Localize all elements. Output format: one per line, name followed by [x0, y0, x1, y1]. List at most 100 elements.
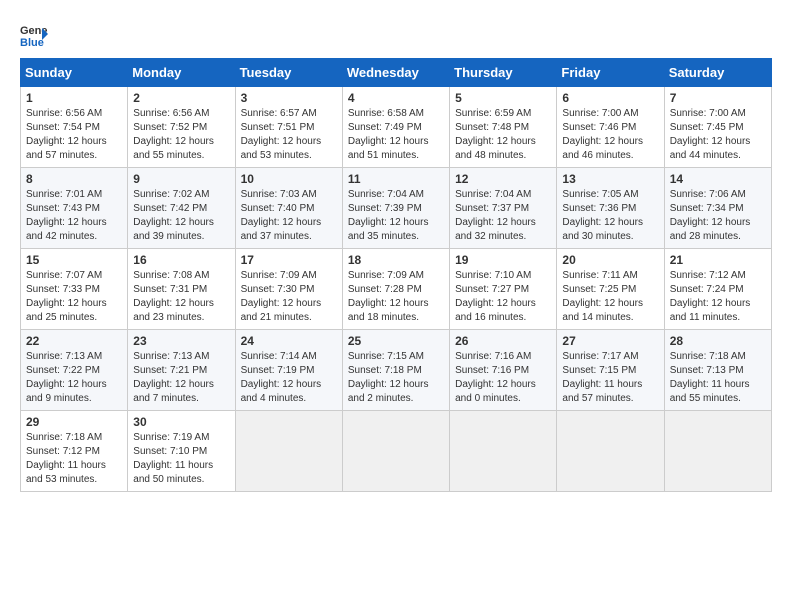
cell-content: Sunrise: 7:08 AM Sunset: 7:31 PM Dayligh… [133, 269, 229, 325]
day-number: 19 [455, 253, 551, 267]
calendar-cell: 25 Sunrise: 7:15 AM Sunset: 7:18 PM Dayli… [342, 330, 449, 411]
day-number: 5 [455, 91, 551, 105]
cell-content: Sunrise: 7:00 AM Sunset: 7:46 PM Dayligh… [562, 107, 658, 163]
cell-content: Sunrise: 7:04 AM Sunset: 7:39 PM Dayligh… [348, 188, 444, 244]
logo-icon: General Blue [20, 20, 48, 48]
day-number: 10 [241, 172, 337, 186]
calendar-cell: 16 Sunrise: 7:08 AM Sunset: 7:31 PM Dayli… [128, 249, 235, 330]
day-number: 17 [241, 253, 337, 267]
day-number: 14 [670, 172, 766, 186]
calendar-cell [664, 411, 771, 492]
day-header-tuesday: Tuesday [235, 59, 342, 87]
day-number: 15 [26, 253, 122, 267]
cell-content: Sunrise: 6:56 AM Sunset: 7:52 PM Dayligh… [133, 107, 229, 163]
calendar-cell: 4 Sunrise: 6:58 AM Sunset: 7:49 PM Daylig… [342, 87, 449, 168]
day-number: 8 [26, 172, 122, 186]
calendar-cell: 9 Sunrise: 7:02 AM Sunset: 7:42 PM Daylig… [128, 168, 235, 249]
day-number: 1 [26, 91, 122, 105]
calendar-cell: 23 Sunrise: 7:13 AM Sunset: 7:21 PM Dayli… [128, 330, 235, 411]
day-number: 7 [670, 91, 766, 105]
cell-content: Sunrise: 7:09 AM Sunset: 7:28 PM Dayligh… [348, 269, 444, 325]
day-number: 28 [670, 334, 766, 348]
day-number: 9 [133, 172, 229, 186]
cell-content: Sunrise: 7:13 AM Sunset: 7:22 PM Dayligh… [26, 350, 122, 406]
calendar-week-row: 15 Sunrise: 7:07 AM Sunset: 7:33 PM Dayli… [21, 249, 772, 330]
calendar-cell: 3 Sunrise: 6:57 AM Sunset: 7:51 PM Daylig… [235, 87, 342, 168]
cell-content: Sunrise: 7:12 AM Sunset: 7:24 PM Dayligh… [670, 269, 766, 325]
day-number: 12 [455, 172, 551, 186]
cell-content: Sunrise: 7:03 AM Sunset: 7:40 PM Dayligh… [241, 188, 337, 244]
cell-content: Sunrise: 7:13 AM Sunset: 7:21 PM Dayligh… [133, 350, 229, 406]
cell-content: Sunrise: 7:01 AM Sunset: 7:43 PM Dayligh… [26, 188, 122, 244]
svg-text:Blue: Blue [20, 37, 44, 48]
calendar-week-row: 22 Sunrise: 7:13 AM Sunset: 7:22 PM Dayli… [21, 330, 772, 411]
calendar-cell: 24Sunrise: 7:14 AM Sunset: 7:19 PM Dayli… [235, 330, 342, 411]
day-number: 11 [348, 172, 444, 186]
calendar-cell: 26Sunrise: 7:16 AM Sunset: 7:16 PM Dayli… [450, 330, 557, 411]
cell-content: Sunrise: 7:18 AM Sunset: 7:12 PM Dayligh… [26, 431, 122, 487]
cell-content: Sunrise: 7:06 AM Sunset: 7:34 PM Dayligh… [670, 188, 766, 244]
day-header-thursday: Thursday [450, 59, 557, 87]
page-header: General Blue [20, 20, 772, 48]
cell-content: Sunrise: 6:58 AM Sunset: 7:49 PM Dayligh… [348, 107, 444, 163]
day-number: 13 [562, 172, 658, 186]
cell-content: Sunrise: 7:16 AM Sunset: 7:16 PM Dayligh… [455, 350, 551, 406]
calendar-week-row: 1 Sunrise: 6:56 AM Sunset: 7:54 PM Daylig… [21, 87, 772, 168]
day-number: 18 [348, 253, 444, 267]
calendar-cell: 17 Sunrise: 7:09 AM Sunset: 7:30 PM Dayli… [235, 249, 342, 330]
day-number: 30 [133, 415, 229, 429]
calendar-cell: 13 Sunrise: 7:05 AM Sunset: 7:36 PM Dayli… [557, 168, 664, 249]
day-number: 16 [133, 253, 229, 267]
day-number: 21 [670, 253, 766, 267]
day-number: 22 [26, 334, 122, 348]
calendar-cell: 28 Sunrise: 7:18 AM Sunset: 7:13 PM Dayli… [664, 330, 771, 411]
cell-content: Sunrise: 6:59 AM Sunset: 7:48 PM Dayligh… [455, 107, 551, 163]
calendar-cell: 21 Sunrise: 7:12 AM Sunset: 7:24 PM Dayli… [664, 249, 771, 330]
cell-content: Sunrise: 7:18 AM Sunset: 7:13 PM Dayligh… [670, 350, 766, 406]
calendar-cell: 14 Sunrise: 7:06 AM Sunset: 7:34 PM Dayli… [664, 168, 771, 249]
day-header-saturday: Saturday [664, 59, 771, 87]
cell-content: Sunrise: 7:15 AM Sunset: 7:18 PM Dayligh… [348, 350, 444, 406]
cell-content: Sunrise: 6:57 AM Sunset: 7:51 PM Dayligh… [241, 107, 337, 163]
cell-content: Sunrise: 7:11 AM Sunset: 7:25 PM Dayligh… [562, 269, 658, 325]
calendar-cell: 2 Sunrise: 6:56 AM Sunset: 7:52 PM Daylig… [128, 87, 235, 168]
day-number: 29 [26, 415, 122, 429]
calendar-cell: 18 Sunrise: 7:09 AM Sunset: 7:28 PM Dayli… [342, 249, 449, 330]
calendar-cell: 1 Sunrise: 6:56 AM Sunset: 7:54 PM Daylig… [21, 87, 128, 168]
calendar-cell [557, 411, 664, 492]
day-number: 23 [133, 334, 229, 348]
cell-content: Sunrise: 7:09 AM Sunset: 7:30 PM Dayligh… [241, 269, 337, 325]
calendar-header-row: SundayMondayTuesdayWednesdayThursdayFrid… [21, 59, 772, 87]
cell-content: Sunrise: 7:17 AM Sunset: 7:15 PM Dayligh… [562, 350, 658, 406]
day-number: 4 [348, 91, 444, 105]
cell-content: Sunrise: 7:00 AM Sunset: 7:45 PM Dayligh… [670, 107, 766, 163]
logo: General Blue [20, 20, 48, 48]
calendar-cell [450, 411, 557, 492]
calendar-cell: 5 Sunrise: 6:59 AM Sunset: 7:48 PM Daylig… [450, 87, 557, 168]
day-header-friday: Friday [557, 59, 664, 87]
calendar-cell [235, 411, 342, 492]
day-number: 2 [133, 91, 229, 105]
calendar-cell: 29 Sunrise: 7:18 AM Sunset: 7:12 PM Dayli… [21, 411, 128, 492]
calendar-cell: 27Sunrise: 7:17 AM Sunset: 7:15 PM Dayli… [557, 330, 664, 411]
cell-content: Sunrise: 7:02 AM Sunset: 7:42 PM Dayligh… [133, 188, 229, 244]
cell-content: Sunrise: 6:56 AM Sunset: 7:54 PM Dayligh… [26, 107, 122, 163]
day-header-sunday: Sunday [21, 59, 128, 87]
calendar-cell: 10 Sunrise: 7:03 AM Sunset: 7:40 PM Dayli… [235, 168, 342, 249]
day-number: 25 [348, 334, 444, 348]
cell-content: Sunrise: 7:14 AM Sunset: 7:19 PM Dayligh… [241, 350, 337, 406]
day-number: 20 [562, 253, 658, 267]
cell-content: Sunrise: 7:04 AM Sunset: 7:37 PM Dayligh… [455, 188, 551, 244]
calendar-table: SundayMondayTuesdayWednesdayThursdayFrid… [20, 58, 772, 492]
calendar-cell: 12 Sunrise: 7:04 AM Sunset: 7:37 PM Dayli… [450, 168, 557, 249]
calendar-cell: 20 Sunrise: 7:11 AM Sunset: 7:25 PM Dayli… [557, 249, 664, 330]
day-number: 3 [241, 91, 337, 105]
calendar-cell: 15 Sunrise: 7:07 AM Sunset: 7:33 PM Dayli… [21, 249, 128, 330]
cell-content: Sunrise: 7:19 AM Sunset: 7:10 PM Dayligh… [133, 431, 229, 487]
day-header-wednesday: Wednesday [342, 59, 449, 87]
day-header-monday: Monday [128, 59, 235, 87]
cell-content: Sunrise: 7:07 AM Sunset: 7:33 PM Dayligh… [26, 269, 122, 325]
cell-content: Sunrise: 7:05 AM Sunset: 7:36 PM Dayligh… [562, 188, 658, 244]
cell-content: Sunrise: 7:10 AM Sunset: 7:27 PM Dayligh… [455, 269, 551, 325]
calendar-week-row: 29 Sunrise: 7:18 AM Sunset: 7:12 PM Dayli… [21, 411, 772, 492]
